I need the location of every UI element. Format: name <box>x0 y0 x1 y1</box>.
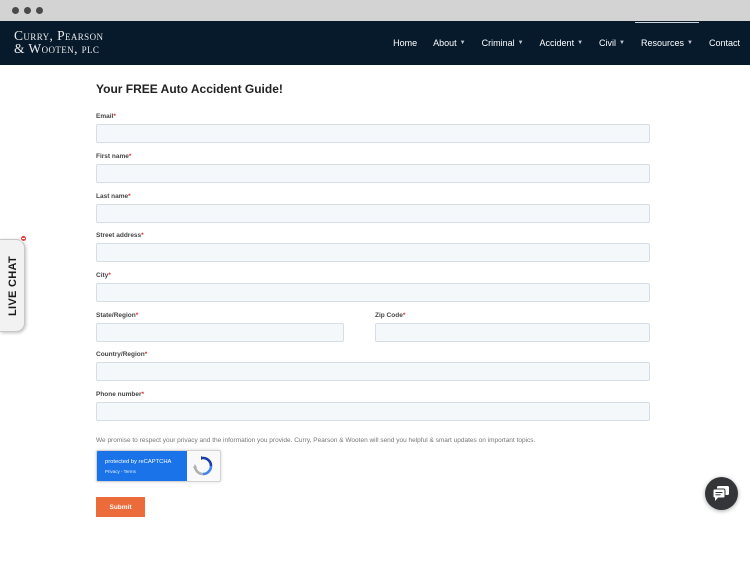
recaptcha-badge[interactable]: protected by reCAPTCHA Privacy - Terms <box>96 450 221 482</box>
submit-button[interactable]: Submit <box>96 497 145 517</box>
nav-label: Resources <box>640 38 685 48</box>
chevron-down-icon: ▼ <box>687 40 693 46</box>
phone-label: Phone number* <box>96 391 145 398</box>
zip-field[interactable] <box>375 323 650 342</box>
nav-item-home[interactable]: Home <box>393 21 417 65</box>
country-field[interactable] <box>96 362 650 381</box>
last-name-label: Last name* <box>96 193 131 200</box>
first-name-field[interactable] <box>96 164 650 183</box>
nav-label: Contact <box>708 38 740 48</box>
phone-field[interactable] <box>96 402 650 421</box>
site-header: Curry, Pearson & Wooten, plc Home About ▼… <box>0 21 750 65</box>
recaptcha-text: protected by reCAPTCHA <box>105 459 172 465</box>
window-close-dot[interactable] <box>12 7 19 14</box>
required-mark: * <box>402 312 406 319</box>
email-field[interactable] <box>96 124 650 143</box>
last-name-field[interactable] <box>96 204 650 223</box>
nav-label: Civil <box>599 38 617 48</box>
street-address-label: Street address* <box>96 232 144 239</box>
recaptcha-links[interactable]: Privacy - Terms <box>105 469 136 474</box>
chevron-down-icon: ▼ <box>619 40 625 46</box>
required-mark: * <box>128 193 131 200</box>
nav-item-contact[interactable]: Contact <box>709 21 740 65</box>
nav-label: Accident <box>539 38 575 48</box>
city-label: City* <box>96 272 111 279</box>
city-field[interactable] <box>96 283 650 302</box>
browser-titlebar <box>0 0 750 21</box>
country-label: Country/Region* <box>96 351 148 358</box>
privacy-notice: We promise to respect your privacy and t… <box>96 437 536 444</box>
live-chat-close-badge[interactable] <box>20 235 27 242</box>
window-maximize-dot[interactable] <box>36 7 43 14</box>
live-chat-tab[interactable]: LIVE CHAT <box>0 239 25 332</box>
nav-item-civil[interactable]: Civil ▼ <box>599 21 625 65</box>
required-mark: * <box>108 272 111 279</box>
email-label: Email* <box>96 113 116 120</box>
nav-label: About <box>433 38 457 48</box>
chevron-down-icon: ▼ <box>577 40 584 46</box>
chevron-down-icon: ▼ <box>517 40 524 46</box>
nav-label: Home <box>393 38 418 48</box>
live-chat-label: LIVE CHAT <box>7 256 19 316</box>
nav-item-criminal[interactable]: Criminal ▼ <box>482 21 524 65</box>
chat-bubbles-icon <box>712 486 729 501</box>
site-logo[interactable]: Curry, Pearson & Wooten, plc <box>14 29 103 56</box>
nav-item-resources[interactable]: Resources ▼ <box>634 21 699 65</box>
logo-line-2: & Wooten, plc <box>14 41 100 56</box>
street-address-field[interactable] <box>96 243 650 262</box>
chat-button[interactable] <box>705 477 738 510</box>
main-nav: Home About ▼ Criminal ▼ Accident ▼ Civil ▼ R… <box>377 21 740 65</box>
first-name-label: First name* <box>96 153 132 160</box>
chevron-down-icon: ▼ <box>459 40 466 46</box>
required-mark: * <box>135 312 139 319</box>
state-label: State/Region* <box>96 312 139 319</box>
zip-label: Zip Code* <box>375 312 406 319</box>
nav-label: Criminal <box>481 38 515 48</box>
recaptcha-icon <box>193 456 213 476</box>
required-mark: * <box>141 232 144 239</box>
recaptcha-panel: protected by reCAPTCHA Privacy - Terms <box>97 451 187 481</box>
required-mark: * <box>141 391 145 398</box>
nav-item-accident[interactable]: Accident ▼ <box>540 21 583 65</box>
state-field[interactable] <box>96 323 344 342</box>
required-mark: * <box>113 113 116 120</box>
window-minimize-dot[interactable] <box>24 7 31 14</box>
required-mark: * <box>128 153 132 160</box>
required-mark: * <box>144 351 148 358</box>
nav-item-about[interactable]: About ▼ <box>433 21 465 65</box>
page-title: Your FREE Auto Accident Guide! <box>96 82 283 96</box>
